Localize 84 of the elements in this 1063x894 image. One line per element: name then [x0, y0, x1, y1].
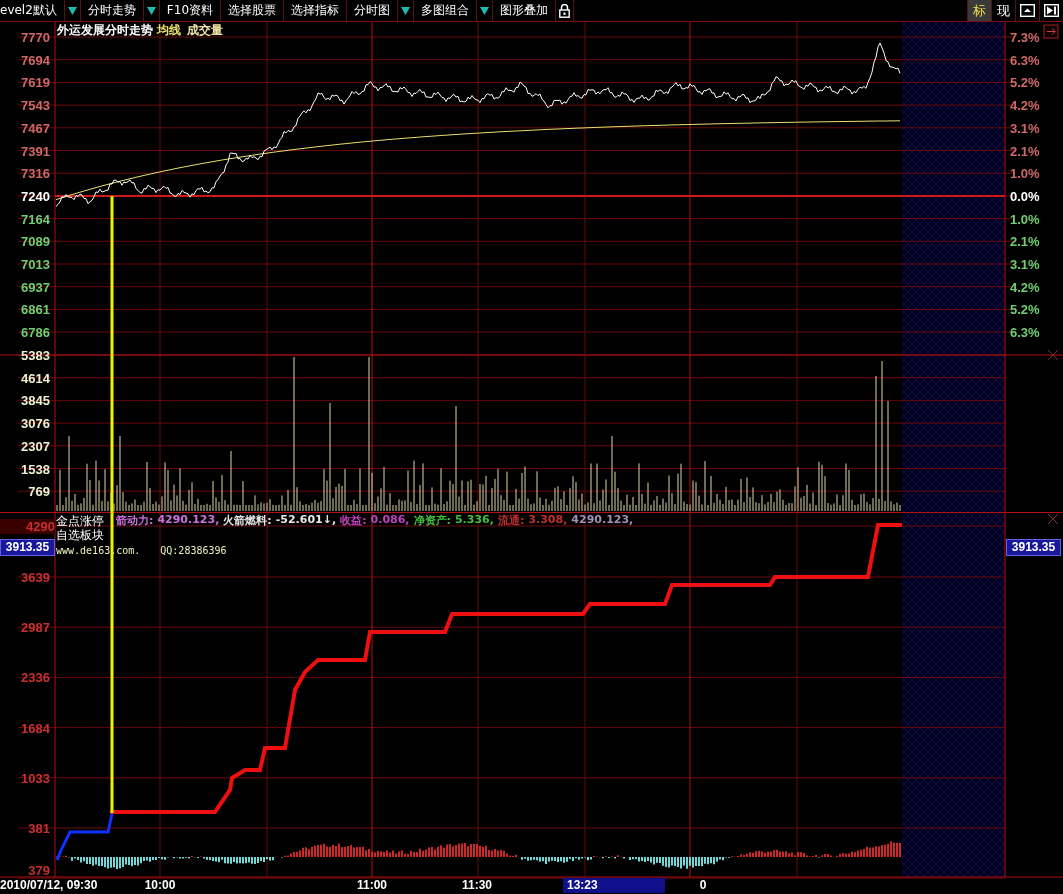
volume-axis-label: 1538 — [21, 461, 50, 477]
cursor-value-label: 3913.35 — [0, 539, 55, 556]
caret-icon — [480, 6, 489, 15]
time-axis-label: 11:00 — [357, 878, 387, 892]
indicator-param-label: 净资产: — [413, 513, 451, 528]
percent-axis-label: 5.2% — [1010, 75, 1040, 91]
price-axis-label: 7316 — [21, 166, 50, 182]
lock-icon — [559, 3, 570, 18]
toolbar-button[interactable]: evel2默认 — [0, 0, 65, 21]
time-axis-label: 2010/07/12, 09:30 — [0, 878, 98, 892]
indicator-axis-label: 379 — [28, 863, 50, 879]
price-axis-label: 6861 — [21, 302, 50, 318]
view-tab[interactable]: 标 — [967, 0, 991, 21]
indicator-start-line — [55, 813, 114, 861]
lock-button[interactable] — [556, 0, 574, 21]
caret-icon — [146, 6, 156, 15]
price-axis-label: 6786 — [21, 325, 50, 341]
percent-axis-label: 1.0% — [1010, 211, 1040, 227]
volume-axis-label: 3845 — [21, 393, 50, 409]
volume-axis-label: 5383 — [21, 348, 50, 363]
price-axis-label: 7240 — [21, 188, 50, 204]
percent-axis-label: 4.2% — [1010, 279, 1040, 295]
volume-axis-label: 2307 — [21, 438, 50, 454]
price-axis-label: 7467 — [21, 120, 50, 136]
indicator-param-label: 箭动力: — [116, 513, 154, 528]
indicator-name: 金点涨停 — [56, 513, 104, 529]
dropdown-button[interactable] — [398, 0, 414, 21]
indicator-axis-label: 3639 — [21, 570, 50, 585]
price-axis-label: 7619 — [21, 75, 50, 91]
chart-title: 外运发展分时走势 — [57, 22, 153, 39]
indicator-param-label: 流通: — [497, 513, 525, 528]
percent-axis-label: 2.1% — [1010, 234, 1040, 250]
legend-label: 均线 — [157, 22, 181, 39]
indicator-top-value: 4290 — [0, 519, 55, 534]
indicator-param-value: 4290.123, — [571, 513, 634, 528]
volume-axis-label: 769 — [28, 484, 50, 500]
percent-axis-label: 7.3% — [1010, 30, 1040, 45]
percent-axis-label: 5.2% — [1010, 302, 1040, 318]
block-label: 自选板块 — [56, 527, 104, 544]
indicator-param-value: -52.601↓, — [275, 513, 337, 528]
indicator-param-value: 5.336, — [454, 513, 494, 528]
percent-axis-label: 4.2% — [1010, 98, 1040, 114]
percent-axis-label: 3.1% — [1010, 257, 1040, 272]
window-icon — [1020, 4, 1035, 17]
time-axis-label: 11:30 — [462, 878, 492, 892]
indicator-param-value: 0.086, — [370, 513, 410, 528]
indicator-param-value: 3.308, — [528, 513, 568, 528]
price-axis-label: 7543 — [21, 98, 50, 114]
percent-axis-label: 2.1% — [1010, 143, 1040, 159]
indicator-axis-label: 2336 — [21, 670, 50, 686]
time-axis-label: 10:00 — [144, 878, 176, 892]
percent-axis-label: 6.3% — [1010, 52, 1040, 68]
price-axis-label: 7089 — [21, 234, 50, 250]
legend-label: 成交量 — [187, 22, 223, 39]
indicator-axis-label: 1033 — [21, 770, 50, 786]
price-axis-label: 7164 — [21, 211, 50, 227]
caret-icon — [67, 6, 77, 15]
indicator-axis-label: 381 — [28, 821, 50, 836]
close-icon — [1047, 349, 1059, 361]
corner-icon — [1043, 24, 1059, 39]
indicator-param-label: 收益: — [340, 513, 367, 528]
cursor-value-label: 3913.35 — [1006, 539, 1061, 556]
time-axis-label: 0 — [699, 878, 707, 892]
percent-axis-label: 6.3% — [1010, 325, 1040, 341]
caret-icon — [401, 6, 410, 15]
volume-axis-label: 4614 — [21, 370, 50, 386]
price-axis-label: 6937 — [21, 279, 50, 295]
indicator-param-label: 火箭燃料: — [223, 513, 272, 528]
percent-axis-label: 3.1% — [1010, 120, 1040, 136]
price-axis-label: 7013 — [21, 257, 50, 272]
cursor-time-label: 13:23 — [563, 878, 665, 893]
indicator-axis-label: 1684 — [21, 720, 50, 736]
price-axis-label: 7391 — [21, 143, 50, 159]
price-axis-label: 7770 — [21, 30, 50, 45]
dropdown-button[interactable] — [477, 0, 493, 21]
percent-axis-label: 1.0% — [1010, 166, 1040, 182]
close-icon — [1047, 513, 1059, 525]
qq-text: QQ:28386396 — [160, 545, 227, 556]
volume-axis-label: 3076 — [21, 416, 50, 432]
indicator-axis-label: 2987 — [21, 620, 50, 636]
skip-icon — [1044, 4, 1059, 17]
price-axis-label: 7694 — [21, 52, 50, 68]
indicator-param-value: 4290.123, — [157, 513, 220, 528]
percent-axis-label: 0.0% — [1010, 188, 1040, 204]
